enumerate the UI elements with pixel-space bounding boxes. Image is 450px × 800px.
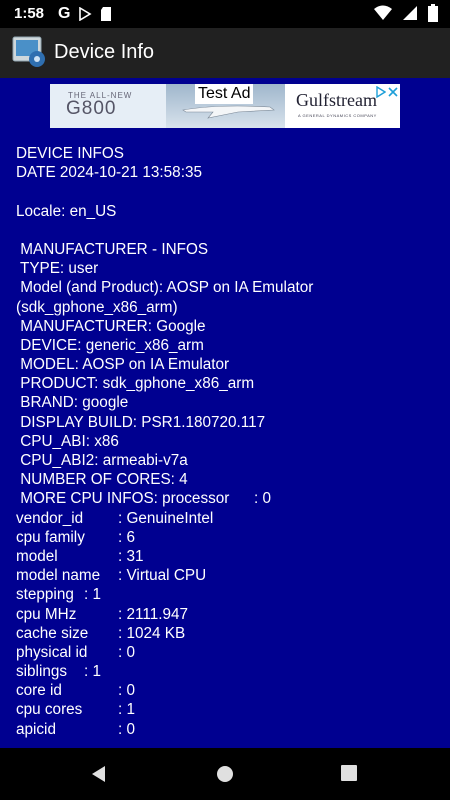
notification-icons: G	[58, 5, 112, 23]
info-line: (sdk_gphone_x86_arm)	[16, 298, 178, 316]
back-icon[interactable]	[90, 765, 108, 783]
banner-ad[interactable]: THE ALL-NEW G800 Test Ad Gulfstream A GE…	[50, 84, 400, 128]
info-line	[16, 182, 446, 201]
device-info-text: DEVICE INFOS DATE 2024-10-21 13:58:35 Loca…	[16, 144, 446, 739]
info-line: cache size : 1024 KB	[16, 624, 186, 642]
google-icon: G	[58, 5, 71, 22]
ad-left-panel: THE ALL-NEW G800	[50, 84, 166, 128]
info-line: siblings : 1	[16, 663, 102, 681]
close-icon[interactable]	[388, 87, 398, 97]
ad-brand: Gulfstream	[296, 90, 377, 110]
play-store-icon	[79, 7, 93, 21]
info-line: PRODUCT: sdk_gphone_x86_arm	[16, 375, 255, 393]
info-line: apicid : 0	[16, 720, 136, 738]
signal-icon	[403, 6, 417, 20]
wifi-icon	[374, 5, 392, 20]
ad-model: G800	[66, 98, 117, 119]
info-line: MANUFACTURER - INFOS	[16, 240, 209, 258]
info-line: cpu family : 6	[16, 528, 136, 546]
info-line: model name : Virtual CPU	[16, 567, 207, 585]
ad-badge[interactable]	[374, 84, 400, 100]
device-info-logo-icon	[12, 36, 45, 67]
info-line: DATE 2024-10-21 13:58:35	[16, 164, 202, 182]
info-line	[16, 221, 446, 240]
info-line: MODEL: AOSP on IA Emulator	[16, 356, 230, 374]
info-line: BRAND: google	[16, 394, 129, 412]
app-title: Device Info	[54, 41, 155, 63]
info-line: vendor_id : GenuineIntel	[16, 509, 214, 527]
status-time: 1:58	[14, 5, 45, 22]
status-bar: 1:58 G	[0, 0, 450, 28]
info-line: Model (and Product): AOSP on IA Emulator	[16, 279, 314, 297]
info-line: TYPE: user	[16, 260, 99, 278]
info-line: CPU_ABI: x86	[16, 432, 119, 450]
adchoices-icon[interactable]	[376, 86, 386, 98]
battery-icon	[428, 4, 438, 22]
info-line: physical id : 0	[16, 643, 136, 661]
info-line: DISPLAY BUILD: PSR1.180720.117	[16, 413, 266, 431]
test-ad-label: Test Ad	[195, 84, 254, 104]
sd-card-icon	[101, 7, 112, 21]
info-line: stepping : 1	[16, 586, 102, 604]
info-line: DEVICE INFOS	[16, 145, 124, 162]
info-line: core id : 0	[16, 682, 136, 700]
recents-icon[interactable]	[341, 765, 357, 781]
info-line: MANUFACTURER: Google	[16, 317, 206, 335]
home-icon[interactable]	[216, 765, 234, 783]
ad-brand-sub: A GENERAL DYNAMICS COMPANY	[298, 113, 377, 118]
info-line: MORE CPU INFOS: processor : 0	[16, 490, 272, 508]
navigation-bar	[0, 748, 450, 800]
info-line: Locale: en_US	[16, 202, 117, 220]
info-line: CPU_ABI2: armeabi-v7a	[16, 452, 188, 469]
info-line: model : 31	[16, 547, 144, 565]
app-bar: Device Info	[0, 28, 450, 78]
info-line: cpu MHz : 2111.947	[16, 605, 189, 623]
device-info-content[interactable]: THE ALL-NEW G800 Test Ad Gulfstream A GE…	[0, 78, 450, 748]
info-line: NUMBER OF CORES: 4	[16, 471, 188, 489]
info-line: DEVICE: generic_x86_arm	[16, 336, 204, 354]
info-line: cpu cores : 1	[16, 701, 136, 719]
